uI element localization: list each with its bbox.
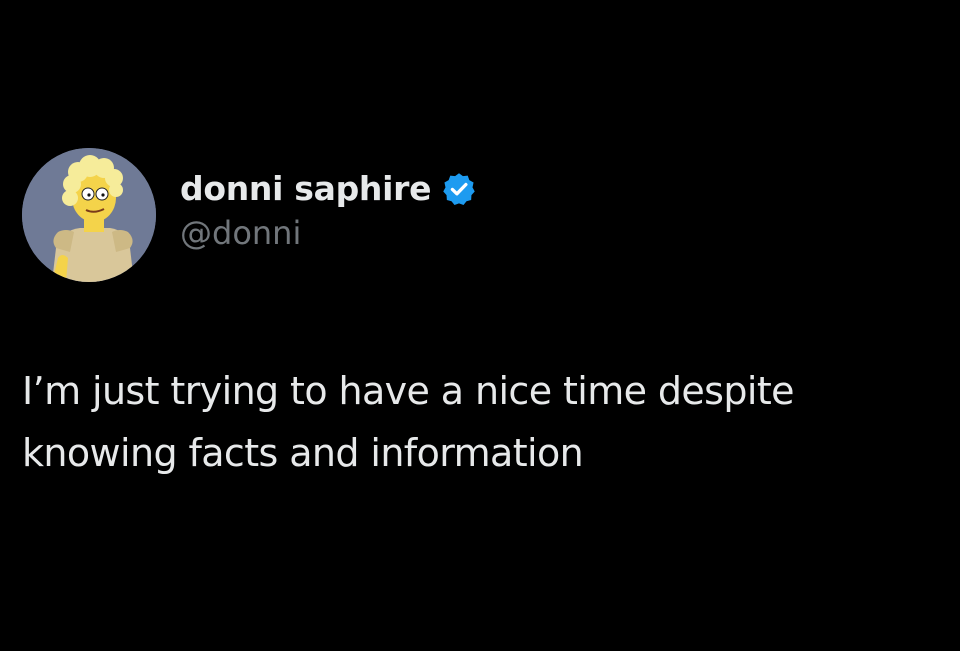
author-handle[interactable]: @donni (180, 212, 477, 254)
tweet-header: donni saphire @donni (22, 148, 477, 282)
verified-badge-icon (441, 171, 477, 207)
tweet-text: I’m just trying to have a nice time desp… (22, 369, 795, 475)
avatar[interactable] (22, 148, 156, 282)
tweet-card: donni saphire @donni I’m just trying to … (0, 0, 960, 651)
name-row: donni saphire (180, 168, 477, 210)
display-name[interactable]: donni saphire (180, 168, 431, 210)
author-info: donni saphire @donni (180, 148, 477, 282)
cartoon-avatar-icon (22, 148, 156, 282)
